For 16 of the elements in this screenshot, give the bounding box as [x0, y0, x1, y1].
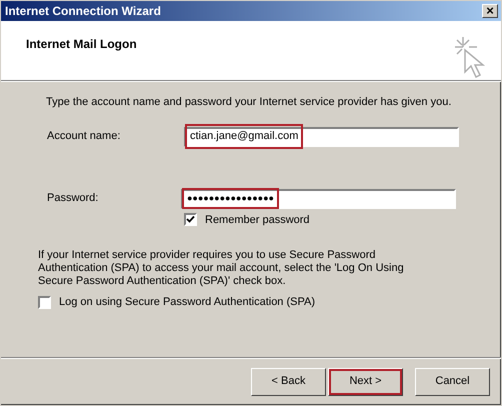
checkbox[interactable] — [38, 296, 51, 309]
wizard-button[interactable]: Next > — [328, 368, 403, 396]
page-title: Internet Mail Logon — [26, 36, 137, 53]
account-name-field[interactable]: ctian.jane@gmail.com — [184, 126, 459, 146]
checkbox-label: Remember password — [205, 212, 310, 228]
wizard-button[interactable]: < Back — [251, 368, 326, 396]
field-label: Password: — [47, 191, 100, 206]
checkbox-label: Log on using Secure Password Authentication (SPA) — [59, 295, 316, 310]
password-field[interactable]: ●●●●●●●●●●●●●●●● — [181, 188, 456, 208]
close-button[interactable]: × — [482, 4, 498, 18]
window-title: Internet Connection Wizard — [5, 3, 161, 20]
checkbox[interactable] — [184, 213, 197, 226]
spa-note-text: If your Internet service provider requires you to use Secure Password Authentication (SPA) to access your mail account, select the 'Log On Using Secure Password Authentication (SPA)' check box. — [38, 249, 405, 288]
wizard-button[interactable]: Cancel — [415, 368, 490, 396]
field-label: Account name: — [47, 129, 122, 144]
instruction-text: Type the account name and password your Internet service provider has given you. — [45, 95, 452, 110]
